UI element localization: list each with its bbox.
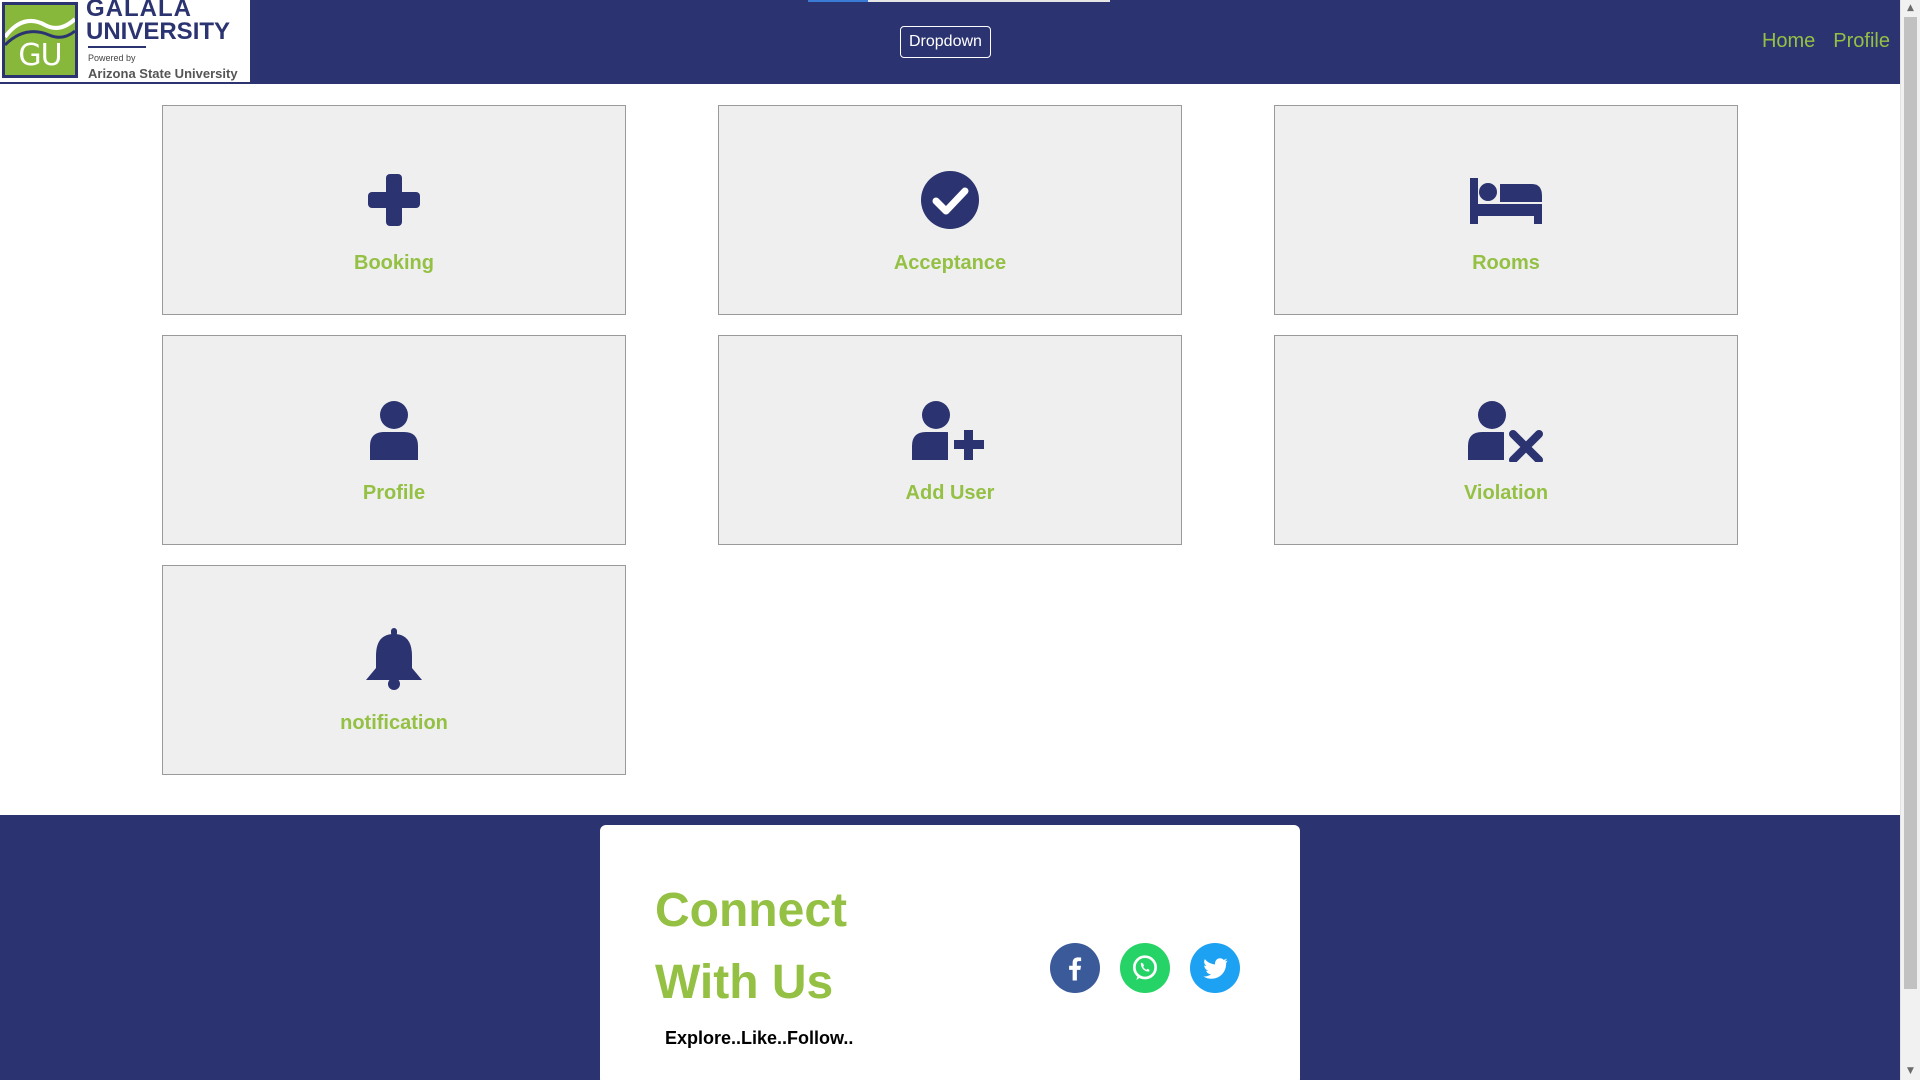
connect-title: Connect With Us: [655, 884, 847, 1009]
card-label: notification: [340, 712, 448, 734]
logo-mark: GU: [2, 2, 78, 78]
card-profile[interactable]: Profile: [162, 335, 626, 545]
university-logo[interactable]: GU GALALA UNIVERSITY Powered by Arizona …: [0, 0, 250, 82]
footer: Connect With Us Explore..Like..Follow..: [0, 815, 1900, 1085]
twitter-icon[interactable]: [1190, 943, 1240, 993]
top-navbar: GU GALALA UNIVERSITY Powered by Arizona …: [0, 0, 1900, 84]
logo-partner: Arizona State University: [88, 66, 238, 81]
facebook-icon[interactable]: [1050, 943, 1100, 993]
bed-icon: [1275, 168, 1737, 232]
nav-link-home[interactable]: Home: [1762, 30, 1815, 53]
card-booking[interactable]: Booking: [162, 105, 626, 315]
header-nav: Home Profile: [1762, 30, 1890, 53]
top-accent-bar: [808, 0, 868, 2]
card-label: Booking: [354, 252, 434, 274]
scrollbar-thumb[interactable]: [1904, 17, 1917, 989]
page: GU GALALA UNIVERSITY Powered by Arizona …: [0, 0, 1900, 1085]
card-add-user[interactable]: Add User: [718, 335, 1182, 545]
nav-link-profile[interactable]: Profile: [1833, 30, 1890, 53]
user-plus-icon: [719, 398, 1181, 462]
check-circle-icon: [719, 168, 1181, 232]
scroll-up-arrow-icon[interactable]: ▲: [1901, 0, 1920, 17]
logo-name-line2: UNIVERSITY: [86, 18, 231, 45]
card-acceptance[interactable]: Acceptance: [718, 105, 1182, 315]
whatsapp-icon[interactable]: [1120, 943, 1170, 993]
logo-mark-letters: GU: [18, 38, 62, 73]
card-label: Add User: [905, 482, 995, 504]
user-x-icon: [1275, 398, 1737, 462]
logo-divider: [88, 46, 146, 48]
connect-subtitle: Explore..Like..Follow..: [665, 1028, 854, 1048]
plus-icon: [163, 168, 625, 232]
card-label: Acceptance: [893, 252, 1007, 274]
dropdown-button[interactable]: Dropdown: [900, 26, 991, 58]
bell-icon: [163, 628, 625, 692]
card-violation[interactable]: Violation: [1274, 335, 1738, 545]
card-label: Violation: [1463, 482, 1549, 504]
card-notification[interactable]: notification: [162, 565, 626, 775]
top-accent-bar-light: [868, 0, 1110, 2]
card-label: Rooms: [1472, 252, 1540, 274]
social-links: [1050, 943, 1240, 993]
card-rooms[interactable]: Rooms: [1274, 105, 1738, 315]
logo-powered-by: Powered by: [88, 53, 136, 63]
user-icon: [163, 398, 625, 462]
connect-box: Connect With Us Explore..Like..Follow..: [600, 825, 1300, 1085]
page-scrollbar[interactable]: ▲ ▼: [1900, 0, 1920, 1080]
card-label: Profile: [362, 482, 426, 504]
scroll-down-arrow-icon[interactable]: ▼: [1901, 1063, 1920, 1080]
